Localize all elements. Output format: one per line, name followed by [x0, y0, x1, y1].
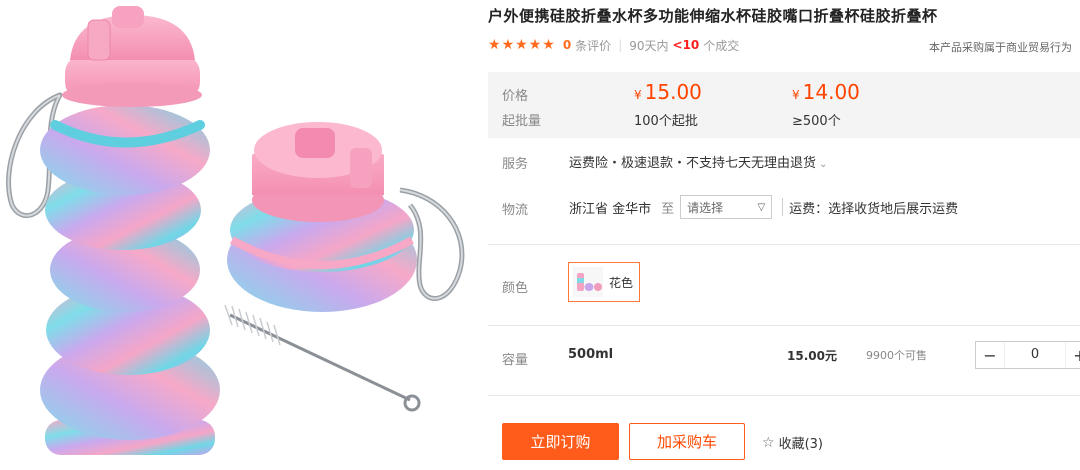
tier-price: 15.00 [644, 80, 702, 104]
price-box: 价格 起批量 ¥15.00 100个起批 ¥14.00 ≥500个 [488, 72, 1080, 138]
tier-price: 14.00 [802, 80, 860, 104]
divider [488, 395, 1080, 396]
star-icon: ★ [488, 37, 501, 53]
service-dropdown[interactable]: 运费险・极速退款・不支持七天无理由退货 ⌄ [569, 152, 827, 171]
chevron-down-icon: ⌄ [819, 159, 828, 170]
star-outline-icon: ☆ [762, 434, 775, 451]
add-to-cart-button[interactable]: 加采购车 [629, 423, 745, 460]
chevron-down-icon: ▽ [757, 201, 766, 213]
moq-label: 起批量 [502, 114, 542, 129]
service-text: 运费险・极速退款・不支持七天无理由退货 [569, 156, 817, 171]
trade-note: 本产品采购属于商业贸易行为 [929, 41, 1072, 54]
tier-quantity: ≥500个 [792, 114, 841, 129]
sku-stock: 9900个可售 [866, 349, 927, 362]
region-select[interactable]: 请选择 ▽ [680, 195, 773, 219]
quantity-stepper: − 0 + [975, 341, 1080, 369]
color-label: 颜色 [502, 281, 529, 296]
separator: | [618, 38, 623, 52]
capacity-label: 容量 [502, 353, 529, 368]
favorite-button[interactable]: ☆ 收藏(3) [762, 433, 823, 453]
quantity-input[interactable]: 0 [1004, 342, 1066, 368]
star-icon: ★ [528, 37, 542, 53]
product-main-image[interactable] [0, 0, 480, 470]
star-icon: ★ [542, 37, 555, 53]
price-tier: ¥14.00 ≥500个 [792, 80, 860, 129]
star-icon: ★ [515, 37, 528, 53]
service-label: 服务 [502, 157, 529, 172]
increment-button[interactable]: + [1066, 346, 1080, 365]
shipping-note: 运费：选择收货地后展示运费 [789, 201, 959, 217]
tier-quantity: 100个起批 [634, 114, 698, 129]
sku-price: 15.00元 [787, 349, 837, 363]
price-tier: ¥15.00 100个起批 [634, 80, 702, 129]
review-count[interactable]: 0 [563, 38, 571, 52]
product-title: 户外便携硅胶折叠水杯多功能伸缩水杯硅胶嘴口折叠杯硅胶折叠杯 [488, 7, 938, 25]
color-option[interactable]: 花色 [568, 262, 640, 302]
ship-to-label: 至 [661, 201, 675, 217]
currency-symbol: ¥ [634, 88, 642, 102]
price-label: 价格 [502, 89, 529, 104]
star-icon: ★ [501, 37, 515, 53]
color-thumbnail-icon [573, 267, 603, 297]
logistics-row: 浙江省 金华市 至 请选择 ▽ 运费：选择收货地后展示运费 [569, 195, 958, 219]
buy-now-button[interactable]: 立即订购 [502, 423, 619, 460]
logistics-label: 物流 [502, 203, 529, 218]
deal-count: <10 [672, 38, 700, 52]
divider [488, 244, 1080, 245]
deal-period: 90天内 [629, 38, 669, 53]
color-option-label: 花色 [609, 275, 634, 290]
rating-row: ★ ★ ★ ★ ★ 0 条评价 | 90天内 <10 个成交 本产品采购属于商业… [488, 36, 1080, 54]
ship-origin: 浙江省 金华市 [569, 201, 652, 217]
decrement-button[interactable]: − [976, 346, 1004, 365]
favorite-label: 收藏(3) [778, 437, 823, 452]
deal-suffix: 个成交 [703, 38, 740, 53]
sku-spec: 500ml [568, 347, 614, 362]
divider [782, 198, 784, 216]
star-rating: ★ ★ ★ ★ ★ [488, 38, 555, 52]
divider [488, 325, 1080, 326]
product-bottle-illustration [6, 6, 465, 455]
region-select-value: 请选择 [687, 200, 724, 215]
currency-symbol: ¥ [792, 88, 800, 102]
review-suffix[interactable]: 条评价 [575, 37, 611, 54]
